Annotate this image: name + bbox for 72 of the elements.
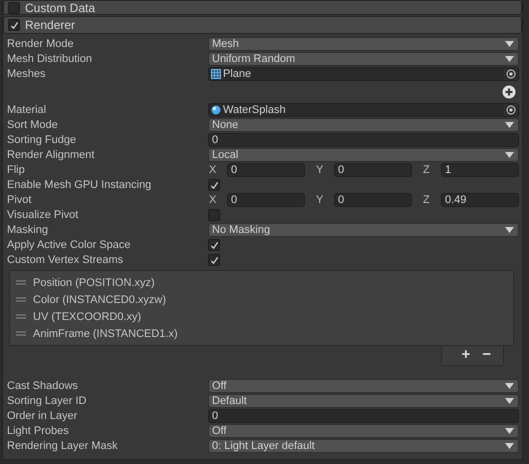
axis-label: X [208,194,218,206]
stream-item[interactable]: AnimFrame (INSTANCED1.x) [33,328,178,340]
section-title: Renderer [25,18,76,32]
checkbox[interactable] [208,239,220,251]
axis-label: Y [315,194,324,206]
sphere-icon [211,105,221,115]
property-label: Flip [7,164,26,176]
property-label: Sorting Layer ID [7,395,88,407]
checkbox[interactable] [8,2,20,14]
property-label: Visualize Pivot [7,209,80,221]
stream-item[interactable]: UV (TEXCOORD0.xy) [33,310,142,322]
checkbox[interactable] [208,179,220,191]
property-label: Masking [7,224,49,236]
target-icon[interactable] [506,69,516,79]
property-label: Meshes [7,68,47,80]
object-field[interactable]: Plane [208,67,519,81]
section-header[interactable]: Renderer [3,16,522,34]
grid-icon [211,69,221,79]
property-label: Sort Mode [7,119,59,131]
dropdown[interactable]: Off [208,424,519,438]
remove-button[interactable]: − [479,347,494,363]
drag-handle-icon[interactable] [16,297,26,302]
object-field[interactable]: WaterSplash [208,103,519,117]
number-field[interactable]: 0 [334,193,412,207]
axis-label: Y [315,164,324,176]
axis-label: Z [422,164,431,176]
section-header[interactable]: Custom Data [3,0,522,15]
caret-icon [505,227,514,233]
number-field[interactable]: 0 [208,133,519,147]
property-label: Custom Vertex Streams [7,254,124,266]
dropdown[interactable]: 0: Light Layer default [208,439,519,453]
dropdown[interactable]: Default [208,394,519,408]
property-label: Pivot [7,194,32,206]
checkbox[interactable] [208,254,220,266]
axis-label: Z [422,194,431,206]
dropdown[interactable]: Uniform Random [208,52,519,66]
dropdown[interactable]: Local [208,148,519,162]
property-label: Mesh Distribution [7,53,93,65]
property-label: Material [7,104,48,116]
property-label: Render Alignment [7,149,96,161]
checkbox[interactable] [208,209,220,221]
property-label: Rendering Layer Mask [7,440,119,452]
caret-icon [505,152,514,158]
add-button[interactable]: + [458,347,474,363]
stream-item[interactable]: Position (POSITION.xyz) [33,276,155,288]
number-field[interactable]: 0 [208,409,519,423]
property-label: Order in Layer [7,410,78,422]
target-icon[interactable] [506,105,516,115]
property-label: Enable Mesh GPU Instancing [7,179,152,191]
property-label: Light Probes [7,425,70,437]
drag-handle-icon[interactable] [16,331,26,336]
drag-handle-icon[interactable] [16,280,26,285]
property-label: Sorting Fudge [7,134,78,146]
property-label: Cast Shadows [7,380,79,392]
dropdown[interactable]: Off [208,379,519,393]
property-label: Apply Active Color Space [7,239,132,251]
property-label: Render Mode [7,38,75,50]
number-field[interactable]: 0.49 [441,193,519,207]
dropdown[interactable]: None [208,118,519,132]
axis-label: X [208,164,218,176]
number-field[interactable]: 1 [441,163,519,177]
drag-handle-icon[interactable] [16,314,26,319]
checkbox[interactable] [8,19,20,31]
add-icon[interactable] [502,85,516,99]
dropdown[interactable]: No Masking [208,223,519,237]
section-title: Custom Data [25,0,96,14]
stream-item[interactable]: Color (INSTANCED0.xyzw) [33,294,166,306]
number-field[interactable]: 0 [334,163,412,177]
number-field[interactable]: 0 [227,163,305,177]
number-field[interactable]: 0 [227,193,305,207]
dropdown[interactable]: Mesh [208,37,519,51]
caret-icon [505,122,514,128]
